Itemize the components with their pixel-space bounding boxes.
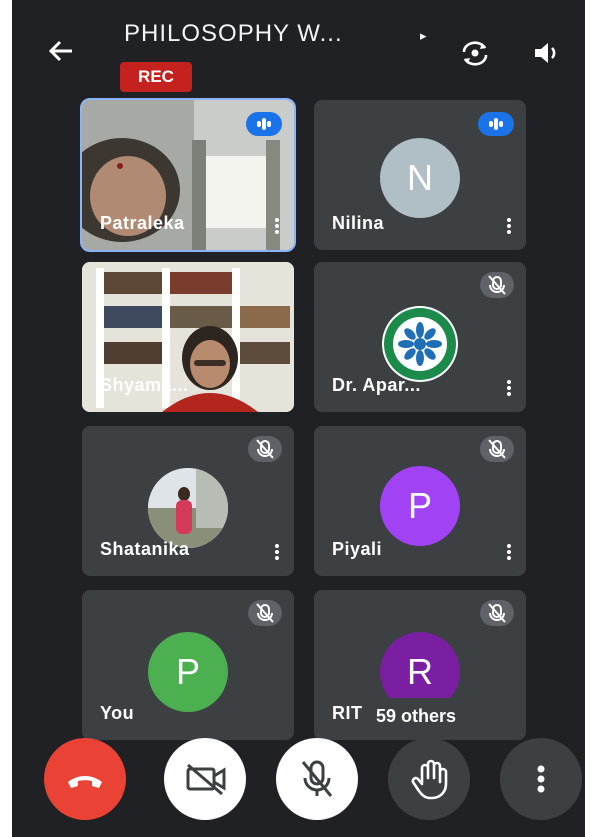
phone-hangup-icon	[68, 776, 102, 788]
mic-toggle-button[interactable]	[276, 738, 358, 820]
participant-name: Nilina	[332, 213, 385, 233]
mic-off-icon	[248, 436, 282, 462]
back-arrow-icon[interactable]	[46, 36, 76, 66]
participant-tile-dr-apar[interactable]: Dr. Apar...	[314, 262, 526, 412]
avatar	[148, 468, 228, 548]
speaker-icon[interactable]	[532, 40, 560, 66]
mic-off-icon	[480, 436, 514, 462]
participant-name: Piyali	[332, 539, 383, 559]
more-vert-icon[interactable]	[504, 216, 514, 238]
participant-name: RIT	[332, 703, 363, 723]
institution-logo	[382, 306, 458, 382]
participant-name: Dr. Apar...	[332, 375, 421, 395]
mic-off-icon	[480, 600, 514, 626]
camera-toggle-button[interactable]	[164, 738, 246, 820]
others-count-chip[interactable]: 59 others	[360, 698, 473, 734]
participant-tile-shyama[interactable]: Shyama...	[82, 262, 294, 412]
switch-camera-icon[interactable]	[458, 38, 492, 68]
meeting-title[interactable]: PHILOSOPHY W...	[124, 20, 343, 48]
participant-name: Patraleka	[100, 213, 185, 233]
more-vert-icon[interactable]	[272, 542, 282, 564]
participant-tile-patraleka[interactable]: Patraleka	[80, 98, 296, 252]
meet-call-screen: PHILOSOPHY W... ▸ REC Patraleka N Nilina…	[12, 0, 585, 837]
more-vert-icon[interactable]	[272, 216, 282, 238]
mic-off-icon	[301, 760, 333, 797]
participant-tile-nilina[interactable]: N Nilina	[314, 100, 526, 250]
participant-name: Shyama...	[100, 375, 189, 395]
caret-right-icon[interactable]: ▸	[420, 28, 427, 44]
more-vert-icon	[537, 765, 545, 793]
more-vert-icon[interactable]	[504, 542, 514, 564]
participant-name: You	[100, 703, 135, 723]
mic-off-icon	[248, 600, 282, 626]
participant-name: Shatanika	[100, 539, 190, 559]
more-vert-icon[interactable]	[504, 378, 514, 400]
participant-tile-piyali[interactable]: P Piyali	[314, 426, 526, 576]
more-options-button[interactable]	[500, 738, 582, 820]
raise-hand-button[interactable]	[388, 738, 470, 820]
recording-badge: REC	[120, 62, 192, 92]
participant-tile-shatanika[interactable]: Shatanika	[82, 426, 294, 576]
speaking-indicator-icon	[478, 112, 514, 136]
hand-icon	[411, 759, 448, 800]
avatar: P	[148, 632, 228, 712]
video-off-icon	[186, 763, 226, 796]
speaking-indicator-icon	[246, 112, 282, 136]
end-call-button[interactable]	[44, 738, 126, 820]
mic-off-icon	[480, 272, 514, 298]
avatar: N	[380, 138, 460, 218]
participant-tile-you[interactable]: P You	[82, 590, 294, 740]
avatar: P	[380, 466, 460, 546]
